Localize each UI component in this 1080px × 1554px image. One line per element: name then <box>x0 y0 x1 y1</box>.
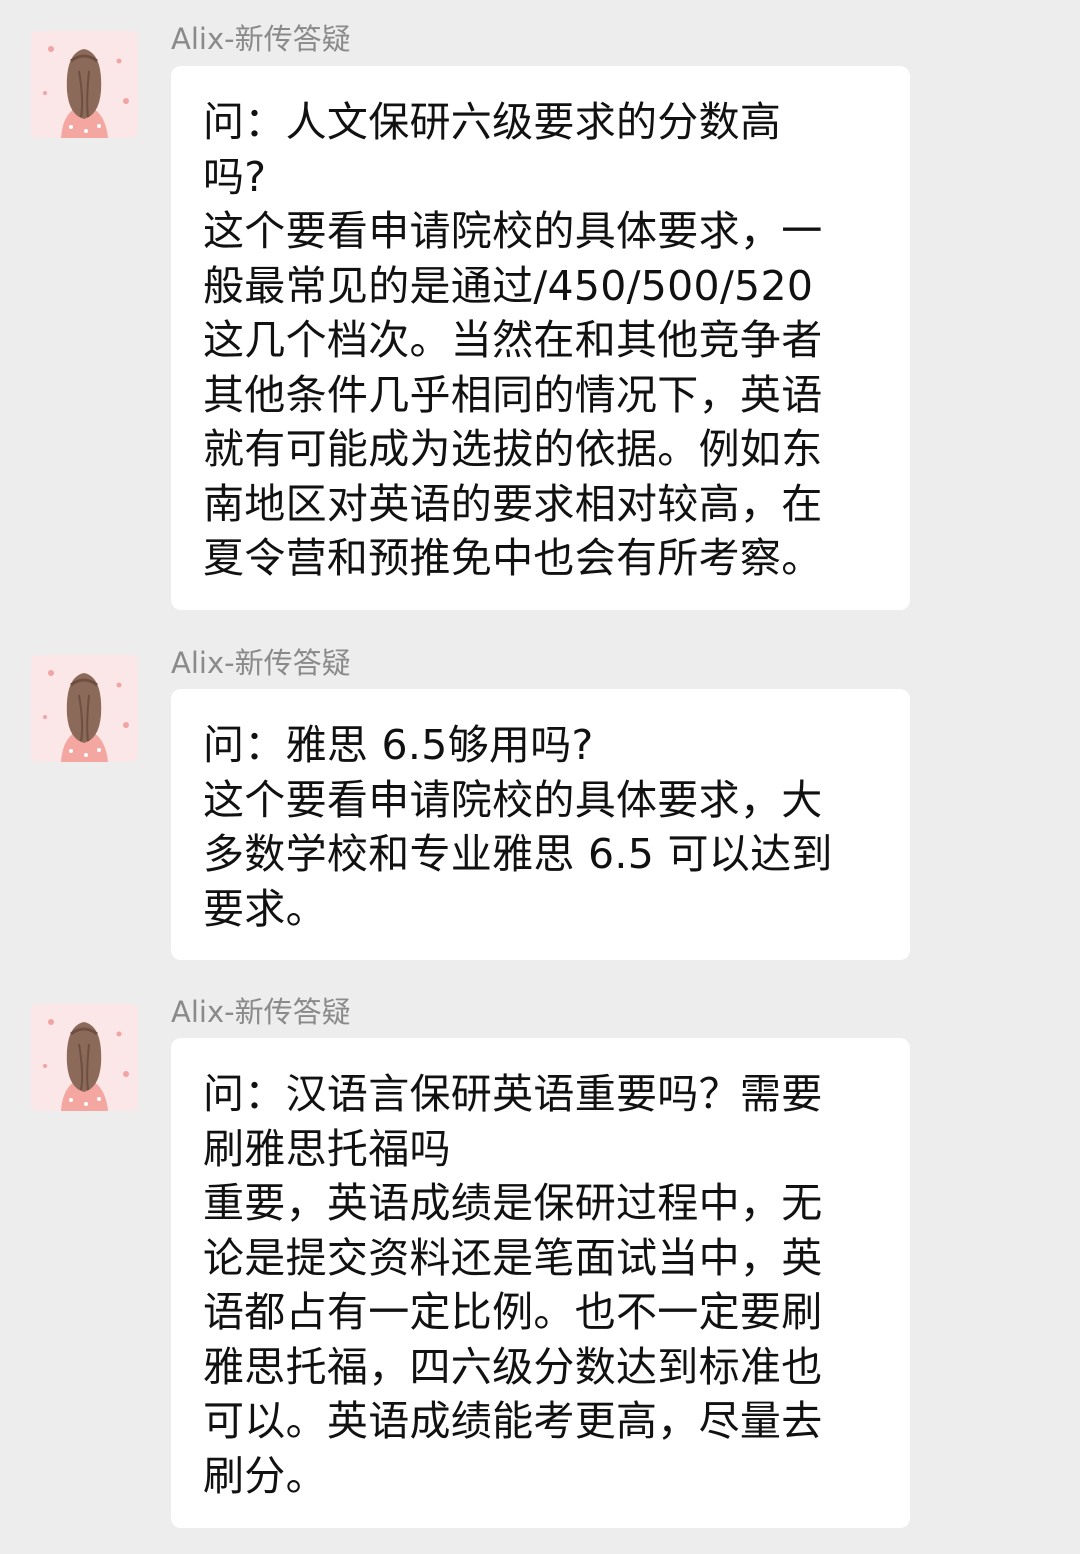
message-line: 重要，英语成绩是保研过程中，无 <box>203 1179 823 1227</box>
message-line: 南地区对英语的要求相对较高，在 <box>203 479 823 528</box>
message-text: 问：人文保研六级要求的分数高 吗? 这个要看申请院校的具体要求，一 般最常见的是… <box>203 95 882 586</box>
message-line: 问：汉语言保研英语重要吗？需要 <box>203 1070 823 1118</box>
sender-name: Alix-新传答疑 <box>171 995 351 1029</box>
avatar-icon[interactable] <box>31 31 138 138</box>
message-bubble[interactable]: 问：雅思 6.5够用吗? 这个要看申请院校的具体要求，大 多数学校和专业雅思 6… <box>171 689 910 960</box>
message-bubble[interactable]: 问：人文保研六级要求的分数高 吗? 这个要看申请院校的具体要求，一 般最常见的是… <box>171 66 910 610</box>
message-text: 问：雅思 6.5够用吗? 这个要看申请院校的具体要求，大 多数学校和专业雅思 6… <box>203 718 882 936</box>
message-line: 问：人文保研六级要求的分数高 <box>203 98 782 146</box>
message-line: 语都占有一定比例。也不一定要刷 <box>203 1288 823 1336</box>
message-line: 就有可能成为选拔的依据。例如东 <box>203 425 823 473</box>
message-line: 雅思托福，四六级分数达到标准也 <box>203 1342 823 1391</box>
message-line: 其他条件几乎相同的情况下，英语 <box>203 370 823 419</box>
message-line: 夏令营和预推免中也会有所考察。 <box>203 534 823 582</box>
message-line: 论是提交资料还是笔面试当中，英 <box>203 1233 823 1282</box>
avatar-icon[interactable] <box>31 1004 138 1111</box>
message-line: 问：雅思 6.5够用吗? <box>203 721 594 769</box>
sender-name: Alix-新传答疑 <box>171 646 351 680</box>
message-line: 般最常见的是通过/450/500/520 <box>203 261 814 310</box>
message-text: 问：汉语言保研英语重要吗？需要 刷雅思托福吗 重要，英语成绩是保研过程中，无 论… <box>203 1067 882 1503</box>
message-line: 可以。英语成绩能考更高，尽量去 <box>203 1397 823 1445</box>
sender-name: Alix-新传答疑 <box>171 22 351 56</box>
message-line: 要求。 <box>203 884 327 933</box>
message-line: 吗? <box>203 152 267 201</box>
message-line: 刷分。 <box>203 1451 327 1500</box>
avatar-icon[interactable] <box>31 655 138 762</box>
message-line: 这个要看申请院校的具体要求，大 <box>203 775 823 824</box>
message-bubble[interactable]: 问：汉语言保研英语重要吗？需要 刷雅思托福吗 重要，英语成绩是保研过程中，无 论… <box>171 1038 910 1528</box>
message-line: 这个要看申请院校的具体要求，一 <box>203 207 823 255</box>
message-line: 多数学校和专业雅思 6.5 可以达到 <box>203 830 833 878</box>
message-line: 刷雅思托福吗 <box>203 1124 451 1173</box>
message-line: 这几个档次。当然在和其他竞争者 <box>203 316 823 364</box>
